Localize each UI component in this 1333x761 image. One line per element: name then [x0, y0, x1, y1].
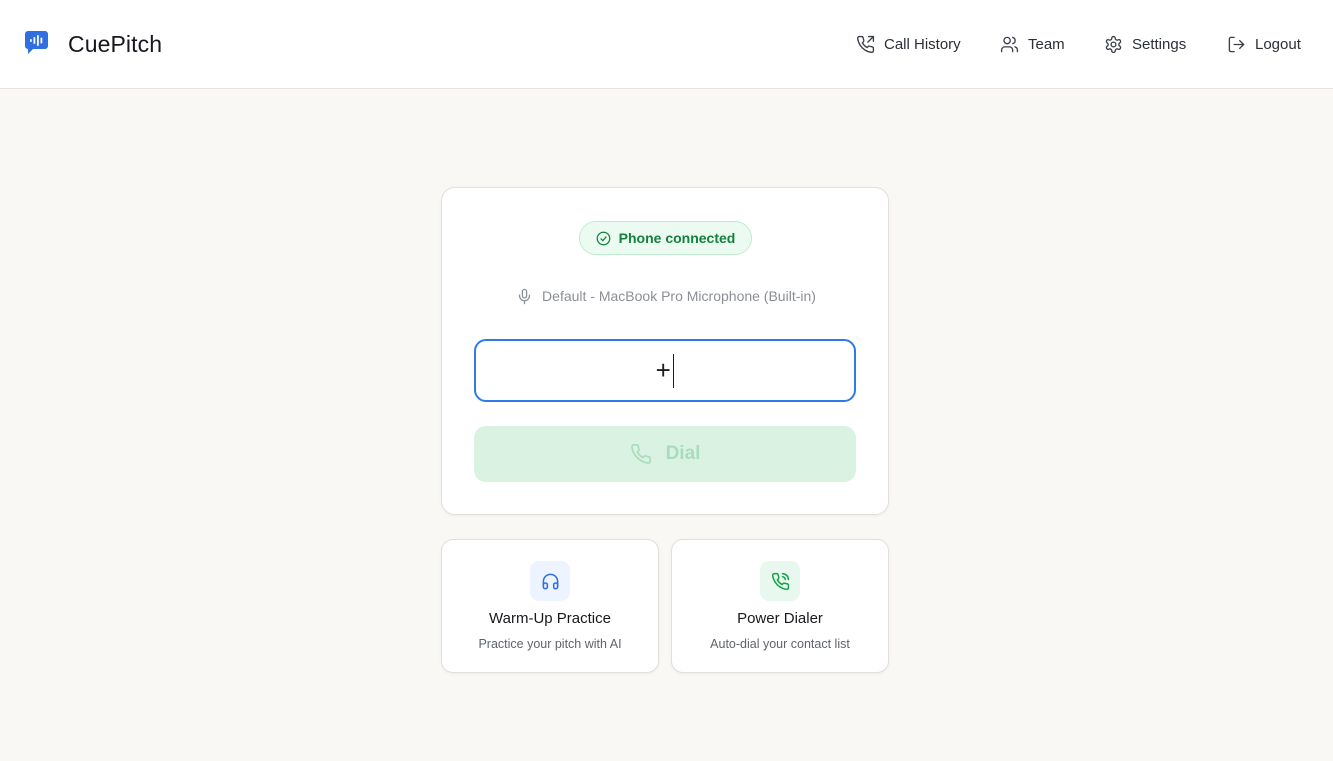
nav-logout-label: Logout: [1255, 36, 1301, 53]
users-icon: [1000, 36, 1019, 53]
microphone-icon: [518, 288, 531, 304]
gear-icon: [1105, 35, 1122, 54]
phone-status-text: Phone connected: [618, 230, 736, 246]
warm-up-icon-tile: [530, 561, 570, 601]
phone-outgoing-icon: [856, 35, 875, 54]
warm-up-title: Warm-Up Practice: [489, 610, 611, 627]
logout-icon: [1228, 36, 1245, 53]
headphones-icon: [542, 573, 558, 589]
dial-button-label: Dial: [665, 443, 701, 464]
nav-call-history[interactable]: Call History: [856, 0, 961, 89]
power-dialer-card[interactable]: Power Dialer Auto-dial your contact list: [671, 539, 889, 673]
warm-up-practice-card[interactable]: Warm-Up Practice Practice your pitch wit…: [441, 539, 659, 673]
nav-settings-label: Settings: [1132, 36, 1187, 53]
nav-call-history-label: Call History: [884, 36, 961, 53]
text-caret: [672, 353, 675, 388]
dialer-card: Phone connected Default - MacBook Pro Mi…: [441, 187, 889, 515]
brand-name: CuePitch: [68, 31, 163, 57]
phone-number-input[interactable]: +: [474, 339, 856, 402]
phone-call-icon: [771, 572, 789, 590]
microphone-name: Default - MacBook Pro Microphone (Built-…: [542, 288, 816, 304]
nav-logout[interactable]: Logout: [1227, 0, 1301, 89]
nav-team[interactable]: Team: [1000, 0, 1065, 89]
phone-number-value: +: [655, 355, 671, 385]
nav-settings[interactable]: Settings: [1104, 0, 1186, 89]
power-dialer-icon-tile: [760, 561, 800, 601]
dial-button[interactable]: Dial: [474, 426, 856, 482]
phone-icon: [630, 444, 651, 464]
top-navigation-bar: CuePitch Call History Team Settings Logo…: [0, 0, 1333, 89]
power-dialer-subtitle: Auto-dial your contact list: [710, 637, 850, 651]
check-circle-icon: [596, 231, 611, 245]
warm-up-subtitle: Practice your pitch with AI: [478, 637, 622, 651]
phone-status-badge: Phone connected: [579, 221, 752, 255]
nav-team-label: Team: [1028, 36, 1065, 53]
power-dialer-title: Power Dialer: [737, 610, 823, 627]
cuepitch-logo-icon: [25, 31, 48, 54]
microphone-selector[interactable]: Default - MacBook Pro Microphone (Built-…: [442, 285, 890, 307]
